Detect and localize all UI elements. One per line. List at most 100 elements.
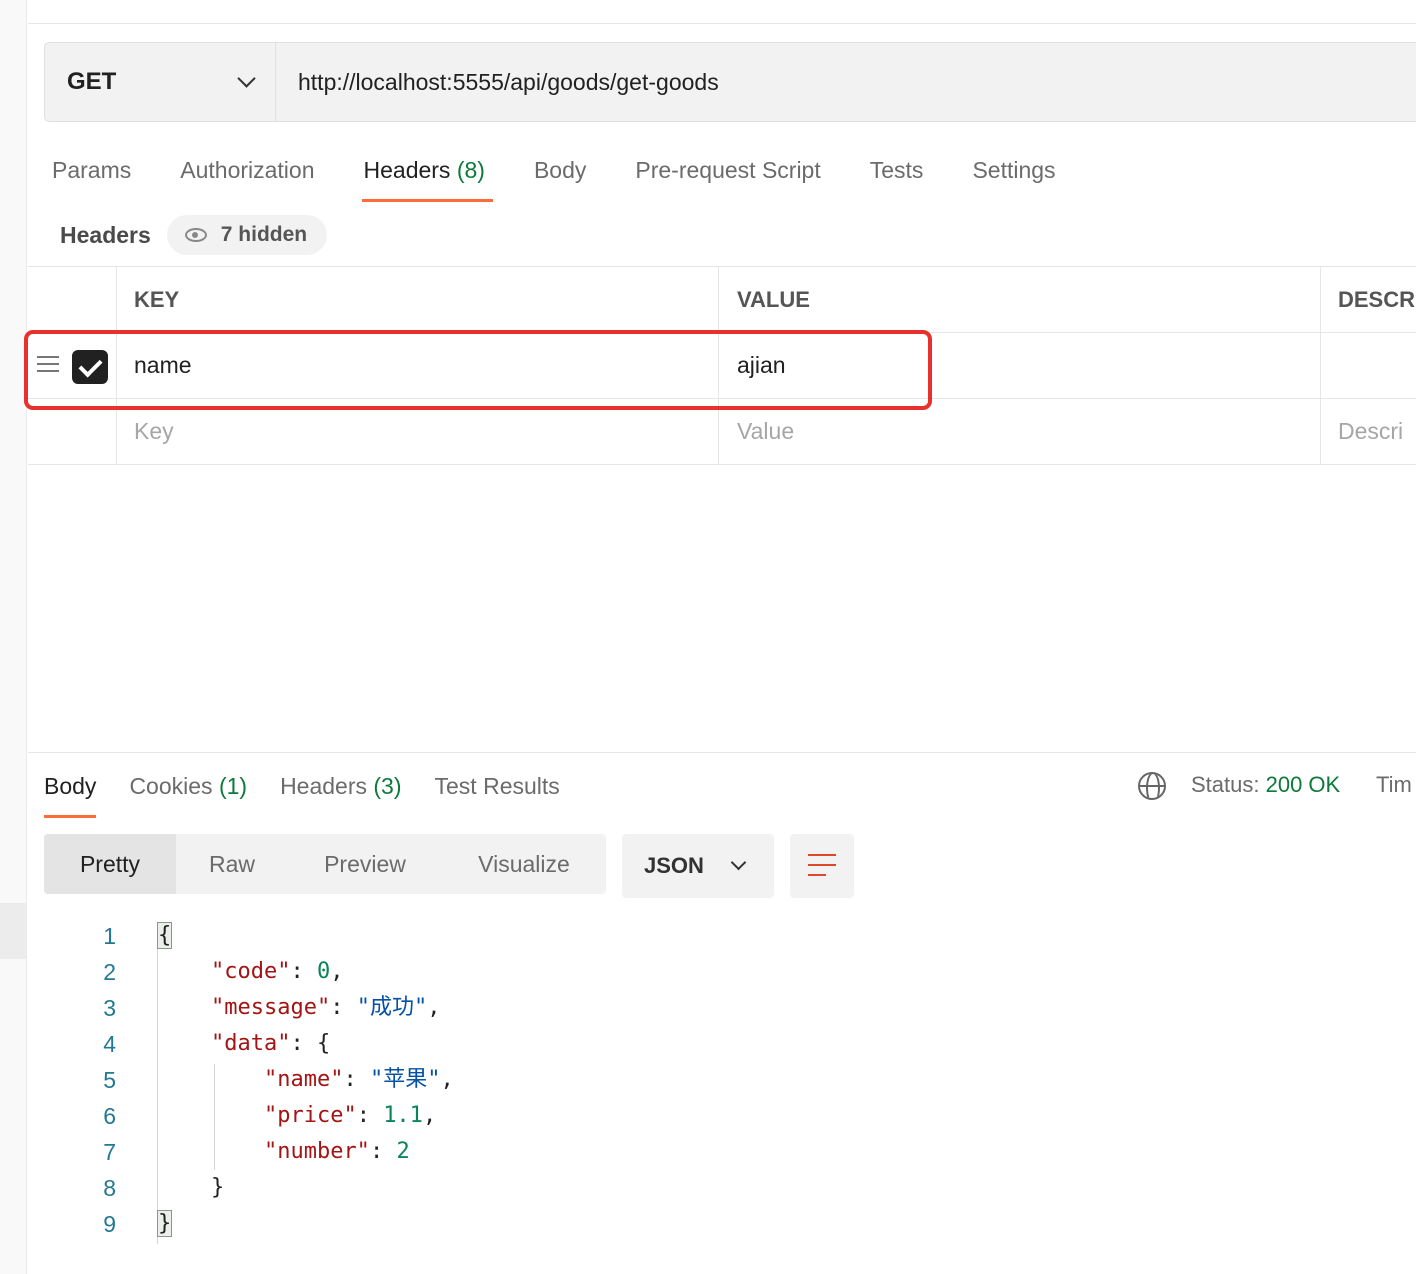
column-header-description: DESCR xyxy=(1338,286,1416,312)
code-line: 7 "number": 2 xyxy=(28,1134,1416,1170)
tab-pre-request-script[interactable]: Pre-request Script xyxy=(635,150,820,202)
response-time[interactable]: Tim xyxy=(1376,772,1412,798)
code-line: 2 "code": 0, xyxy=(28,954,1416,990)
json-string: "苹果" xyxy=(369,1067,441,1092)
response-tab-body[interactable]: Body xyxy=(44,766,97,818)
globe-icon[interactable] xyxy=(1138,772,1166,800)
new-description-input[interactable]: Descri xyxy=(1321,399,1416,464)
left-rail-selected[interactable] xyxy=(0,903,27,959)
checkbox-checked-icon[interactable] xyxy=(72,350,108,384)
drag-handle-icon[interactable] xyxy=(37,356,59,376)
tab-tests[interactable]: Tests xyxy=(870,150,924,202)
json-number: 2 xyxy=(396,1139,410,1164)
tab-body[interactable]: Body xyxy=(534,150,586,202)
line-number: 5 xyxy=(103,1067,116,1093)
code-line: 1{ xyxy=(28,918,1416,954)
brace: { xyxy=(156,922,173,949)
table-header-spacer xyxy=(28,267,117,332)
tab-label: Body xyxy=(44,773,97,799)
hidden-count-label: 7 hidden xyxy=(220,223,308,246)
response-divider[interactable] xyxy=(28,752,1416,753)
json-key: "message" xyxy=(210,995,331,1020)
brace: } xyxy=(156,1210,173,1237)
method-select[interactable]: GET xyxy=(45,43,276,121)
code-line: 3 "message": "成功", xyxy=(28,990,1416,1026)
chevron-down-icon xyxy=(237,68,256,88)
url-input[interactable]: http://localhost:5555/api/goods/get-good… xyxy=(276,43,1416,121)
json-key: "number" xyxy=(263,1139,370,1164)
json-key: "code" xyxy=(210,959,291,984)
code-line: 6 "price": 1.1, xyxy=(28,1098,1416,1134)
headers-title: Headers xyxy=(60,221,151,248)
format-select[interactable]: JSON xyxy=(622,834,774,898)
left-rail xyxy=(0,0,27,1274)
response-tab-cookies[interactable]: Cookies (1) xyxy=(129,766,247,818)
response-tab-headers[interactable]: Headers (3) xyxy=(280,766,401,818)
tab-settings[interactable]: Settings xyxy=(972,150,1055,202)
column-header-key: KEY xyxy=(117,267,719,332)
view-mode-group: Pretty Raw Preview Visualize xyxy=(44,834,606,894)
code-line: 8 } xyxy=(28,1170,1416,1206)
tab-label: Params xyxy=(52,157,132,183)
status-label: Status: xyxy=(1191,772,1260,797)
tab-headers[interactable]: Headers (8) xyxy=(361,150,494,202)
tab-label: Authorization xyxy=(180,157,315,183)
json-key: "data" xyxy=(210,1031,291,1056)
tab-label: Tests xyxy=(869,157,924,183)
line-number: 7 xyxy=(103,1139,116,1165)
response-tabs: Body Cookies (1) Headers (3) Test Result… xyxy=(44,766,593,818)
tab-count: (1) xyxy=(218,773,248,799)
request-tabs: Params Authorization Headers (8) Body Pr… xyxy=(52,150,1105,202)
line-number: 4 xyxy=(103,1031,116,1057)
url-bar: GET http://localhost:5555/api/goods/get-… xyxy=(44,42,1416,122)
new-value-input[interactable]: Value xyxy=(719,399,1321,464)
tab-label: Pre-request Script xyxy=(635,157,821,183)
header-description-field[interactable] xyxy=(1321,333,1416,398)
view-visualize-button[interactable]: Visualize xyxy=(442,834,606,894)
json-key: "price" xyxy=(263,1103,357,1128)
new-key-input[interactable]: Key xyxy=(117,399,719,464)
method-label: GET xyxy=(67,68,117,95)
tab-label: Settings xyxy=(972,157,1056,183)
headers-subbar: Headers 7 hidden xyxy=(60,214,328,256)
brace: } xyxy=(210,1175,225,1200)
tab-label: Headers xyxy=(363,157,451,183)
code-line: 5 "name": "苹果", xyxy=(28,1062,1416,1098)
chevron-down-icon xyxy=(730,854,747,870)
tab-authorization[interactable]: Authorization xyxy=(180,150,314,202)
code-line: 4 "data": { xyxy=(28,1026,1416,1062)
line-number: 2 xyxy=(103,959,116,985)
line-number: 9 xyxy=(103,1211,116,1237)
view-preview-button[interactable]: Preview xyxy=(288,834,442,894)
eye-icon xyxy=(184,228,207,242)
header-value-field[interactable]: ajian xyxy=(719,333,1321,398)
headers-table: KEY VALUE DESCR name ajian Key Value Des… xyxy=(28,266,1416,465)
status-value[interactable]: 200 OK xyxy=(1266,772,1341,797)
wrap-lines-icon[interactable] xyxy=(790,834,854,898)
line-number: 1 xyxy=(103,923,116,949)
table-row-new: Key Value Descri xyxy=(28,399,1416,465)
line-number: 3 xyxy=(103,995,116,1021)
row-controls xyxy=(28,333,117,398)
table-row: name ajian xyxy=(28,333,1416,399)
hidden-headers-toggle[interactable]: 7 hidden xyxy=(166,215,328,255)
tab-count: (3) xyxy=(373,773,402,799)
table-header-row: KEY VALUE DESCR xyxy=(28,267,1416,333)
row-controls-empty xyxy=(28,399,117,464)
column-header-value: VALUE xyxy=(719,267,1321,332)
response-status: Status: 200 OK xyxy=(1191,772,1340,798)
tab-label: Body xyxy=(533,157,587,183)
view-raw-button[interactable]: Raw xyxy=(176,834,288,894)
response-body-code: 1{ 2 "code": 0, 3 "message": "成功", 4 "da… xyxy=(28,918,1416,1244)
tab-label: Cookies xyxy=(129,773,213,799)
format-label: JSON xyxy=(644,853,704,878)
brace: { xyxy=(316,1031,331,1056)
json-key: "name" xyxy=(263,1067,344,1092)
view-pretty-button[interactable]: Pretty xyxy=(44,834,176,894)
tab-params[interactable]: Params xyxy=(52,150,131,202)
response-tab-test-results[interactable]: Test Results xyxy=(435,766,560,818)
header-key-field[interactable]: name xyxy=(117,333,719,398)
tab-label: Headers xyxy=(280,773,367,799)
line-number: 6 xyxy=(103,1103,116,1129)
tab-count: (8) xyxy=(456,157,485,183)
